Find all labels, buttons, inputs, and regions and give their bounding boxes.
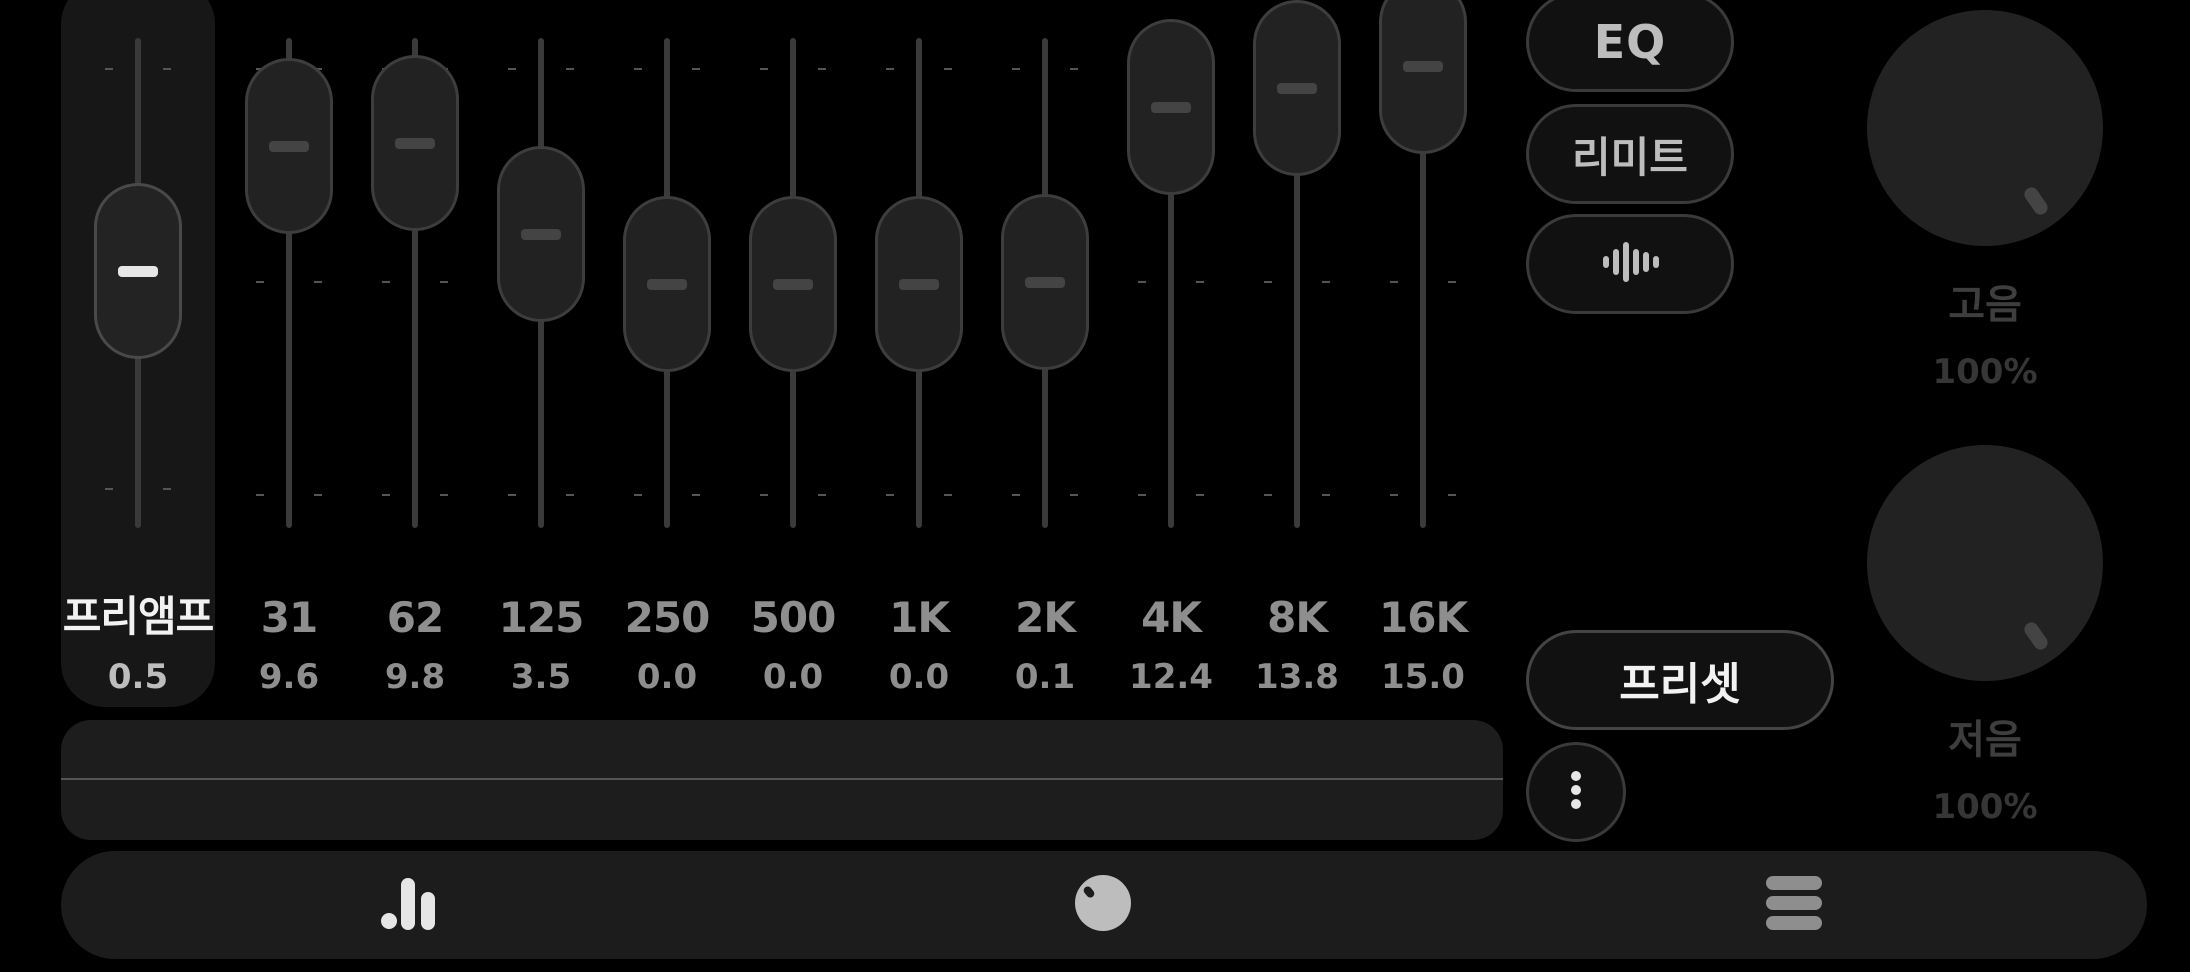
band-frequency: 16K	[1379, 593, 1468, 642]
band-gain: 15.0	[1381, 657, 1465, 697]
presets-button[interactable]: 프리셋	[1526, 630, 1834, 730]
knob-indicator	[2021, 184, 2051, 218]
slider-thumb[interactable]	[623, 196, 711, 372]
preamp-label: 프리앰프	[62, 592, 215, 641]
band-slider-16k[interactable]: 16K 15.0	[1360, 0, 1486, 712]
treble-value: 100%	[1932, 352, 2038, 392]
treble-knob[interactable]	[1867, 10, 2103, 246]
bass-knob[interactable]	[1867, 445, 2103, 681]
more-options-button[interactable]	[1526, 742, 1626, 842]
bass-value: 100%	[1932, 787, 2038, 827]
slider-thumb[interactable]	[371, 55, 459, 231]
presets-button-label: 프리셋	[1619, 659, 1741, 710]
thumb-grip	[118, 266, 158, 277]
limiter-button-label: 리미트	[1572, 132, 1688, 182]
slider-thumb[interactable]	[497, 146, 585, 322]
slider-thumb[interactable]	[1127, 19, 1215, 195]
nav-equalizer-tab[interactable]	[313, 851, 513, 959]
slider-thumb[interactable]	[1253, 0, 1341, 176]
knob-icon	[1074, 874, 1132, 936]
limiter-button[interactable]: 리미트	[1526, 104, 1734, 204]
slider-thumb[interactable]	[1001, 194, 1089, 370]
treble-label: 고음	[1948, 282, 2022, 328]
slider-thumb[interactable]	[1379, 0, 1467, 154]
preamp-value: 0.5	[107, 657, 169, 697]
preamp-slider[interactable]: 프리앰프 0.5	[63, 0, 214, 712]
nav-tone-tab[interactable]	[1003, 851, 1203, 959]
knob-indicator	[2021, 619, 2051, 653]
graph-baseline	[61, 778, 1503, 780]
stack-menu-icon	[1766, 876, 1822, 934]
frequency-response-graph	[61, 720, 1503, 840]
waveform-icon	[1600, 240, 1660, 288]
nav-menu-tab[interactable]	[1694, 851, 1894, 959]
slider-thumb[interactable]	[749, 196, 837, 372]
slider-thumb[interactable]	[245, 58, 333, 234]
vertical-dots-icon	[1570, 770, 1582, 814]
slider-thumb[interactable]	[94, 183, 182, 359]
bottom-nav	[61, 851, 2147, 959]
bass-label: 저음	[1948, 717, 2022, 763]
equalizer-bars-icon	[381, 876, 445, 934]
slider-thumb[interactable]	[875, 196, 963, 372]
eq-button[interactable]: EQ	[1526, 0, 1734, 92]
eq-button-label: EQ	[1593, 15, 1667, 69]
visualizer-button[interactable]	[1526, 214, 1734, 314]
